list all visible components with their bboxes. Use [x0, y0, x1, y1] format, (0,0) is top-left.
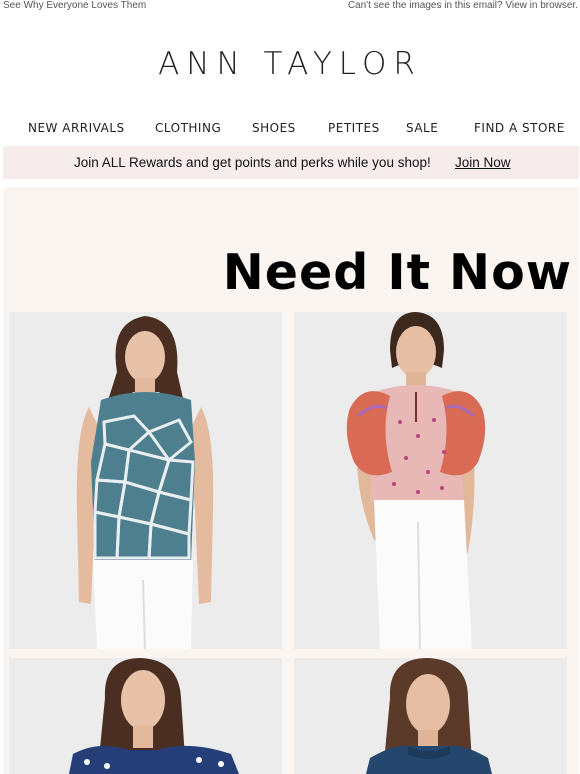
nav-new-arrivals[interactable]: NEW ARRIVALS	[28, 121, 125, 135]
hero-headline: Need It Now	[222, 244, 572, 301]
giraffe-print-shell-top-image	[9, 312, 282, 649]
floral-ruffle-top-image	[294, 312, 567, 649]
rewards-message: Join ALL Rewards and get points and perk…	[74, 155, 431, 170]
nav-petites[interactable]: PETITES	[328, 121, 380, 135]
product-tile-4[interactable]	[294, 658, 567, 774]
brand-logo[interactable]: ANN TAYLOR	[0, 46, 580, 82]
join-now-link[interactable]: Join Now	[455, 155, 511, 170]
main-nav: NEW ARRIVALS CLOTHING SHOES PETITES SALE…	[0, 121, 580, 139]
preheader-text: See Why Everyone Loves Them	[3, 0, 147, 11]
nav-sale[interactable]: SALE	[406, 121, 438, 135]
product-tile-1[interactable]	[9, 312, 282, 649]
preheader: See Why Everyone Loves Them Can't see th…	[0, 0, 580, 14]
nav-shoes[interactable]: SHOES	[252, 121, 296, 135]
navy-ruffle-neck-top-image	[294, 658, 567, 774]
product-tile-3[interactable]	[9, 658, 282, 774]
rewards-banner: Join ALL Rewards and get points and perk…	[3, 146, 579, 179]
view-in-browser-link[interactable]: Can't see the images in this email? View…	[348, 0, 578, 11]
navy-print-ruffle-top-image	[9, 658, 282, 774]
nav-find-a-store[interactable]: FIND A STORE	[474, 121, 565, 135]
product-tile-2[interactable]	[294, 312, 567, 649]
nav-clothing[interactable]: CLOTHING	[155, 121, 221, 135]
